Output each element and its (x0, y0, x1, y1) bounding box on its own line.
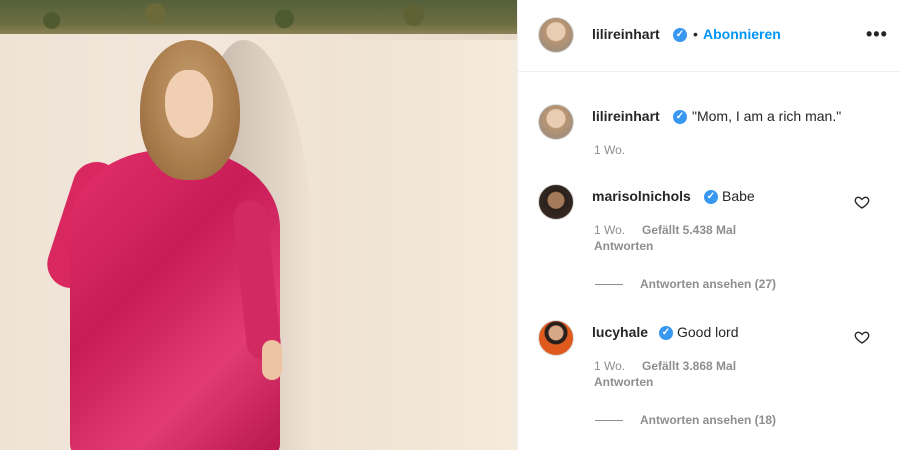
replies-divider-line (595, 420, 623, 421)
comment-avatar[interactable] (538, 320, 574, 356)
comment-avatar[interactable] (538, 184, 574, 220)
reply-button[interactable]: Antworten (594, 239, 653, 253)
hedge-background (0, 0, 517, 34)
comment-likes[interactable]: Gefällt 3.868 Mal (642, 359, 736, 373)
verified-badge-icon: ✓ (659, 326, 673, 340)
comment-username[interactable]: marisolnichols (592, 188, 691, 204)
caption-text: "Mom, I am a rich man." (692, 108, 842, 124)
replies-divider-line (595, 284, 623, 285)
post-side-panel: lilireinhart ✓ • Abonnieren ••• lilirein… (517, 0, 900, 450)
caption-username[interactable]: lilireinhart (592, 108, 660, 124)
author-username[interactable]: lilireinhart (592, 26, 660, 42)
post-photo[interactable] (0, 0, 517, 450)
figure-hand (262, 340, 282, 380)
comment-text: Babe (722, 188, 755, 204)
figure-face (165, 70, 213, 138)
author-avatar[interactable] (538, 17, 574, 53)
comment-likes[interactable]: Gefällt 5.438 Mal (642, 223, 736, 237)
heart-outline-icon[interactable] (854, 194, 870, 210)
verified-badge-icon: ✓ (673, 28, 687, 42)
follow-button[interactable]: Abonnieren (703, 26, 781, 42)
caption-time[interactable]: 1 Wo. (594, 143, 625, 157)
verified-badge-icon: ✓ (673, 110, 687, 124)
reply-button[interactable]: Antworten (594, 375, 653, 389)
heart-outline-icon[interactable] (854, 329, 870, 345)
comment-time[interactable]: 1 Wo. (594, 359, 625, 373)
header-separator: • (693, 26, 698, 42)
comment-text: Good lord (677, 324, 739, 340)
sunlight (330, 40, 517, 450)
post-header: lilireinhart ✓ • Abonnieren ••• (518, 0, 900, 72)
verified-badge-icon: ✓ (704, 190, 718, 204)
view-replies-button[interactable]: Antworten ansehen (18) (640, 413, 776, 427)
more-options-icon[interactable]: ••• (866, 24, 888, 45)
comment-time[interactable]: 1 Wo. (594, 223, 625, 237)
comment-username[interactable]: lucyhale (592, 324, 648, 340)
view-replies-button[interactable]: Antworten ansehen (27) (640, 277, 776, 291)
caption-avatar[interactable] (538, 104, 574, 140)
